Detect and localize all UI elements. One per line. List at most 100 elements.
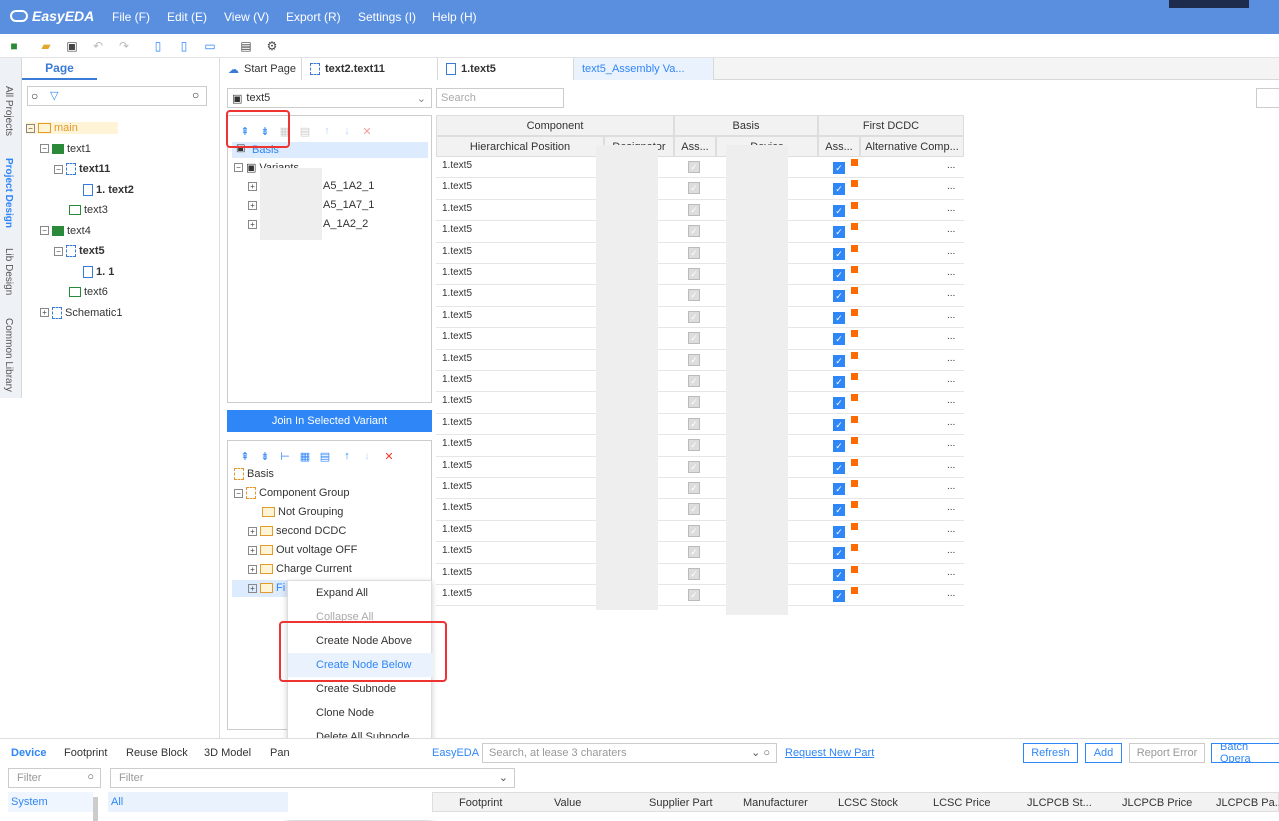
group-component-group[interactable]: − Component Group [234, 487, 350, 499]
assembly-checkbox-basis[interactable]: ✓ [688, 161, 700, 173]
assembly-checkbox-dcdc[interactable]: ✓ [833, 269, 845, 281]
assembly-checkbox-basis[interactable]: ✓ [688, 225, 700, 238]
assembly-checkbox-basis[interactable]: ✓ [688, 182, 700, 195]
table-row[interactable]: 1.text5 ✓ ✓... [436, 521, 964, 543]
assembly-checkbox-dcdc[interactable]: ✓ [833, 568, 845, 581]
grid-search-input[interactable]: Search [436, 88, 564, 108]
alternative-component-button[interactable]: ... [947, 417, 955, 428]
group-second-dcdc[interactable]: + second DCDC [248, 525, 346, 537]
assembly-checkbox-basis[interactable]: ✓ [688, 396, 700, 409]
search-icon[interactable]: ○ [31, 89, 38, 103]
col-jlcpcb-stock[interactable]: JLCPCB St... [1027, 793, 1092, 813]
table-row[interactable]: 1.text5 ✓ ✓... [436, 264, 964, 286]
variant-select[interactable]: ▣ text5 ⌄ [227, 88, 432, 108]
alternative-component-button[interactable]: ... [947, 588, 955, 599]
alternative-component-button[interactable]: ... [947, 160, 955, 171]
assembly-checkbox-dcdc[interactable]: ✓ [833, 162, 845, 174]
table-row[interactable]: 1.text5 ✓ ✓... [436, 243, 964, 264]
alternative-component-button[interactable]: ... [947, 203, 955, 214]
redo-icon[interactable]: ↷ [116, 38, 132, 54]
tab-device[interactable]: Device [11, 747, 46, 759]
col-lcsc-price[interactable]: LCSC Price [933, 793, 990, 813]
col-jlcpcb-part[interactable]: JLCPCB Pa... [1216, 793, 1279, 813]
tree-node[interactable]: − text5 [54, 245, 105, 257]
assembly-checkbox-dcdc[interactable]: ✓ [833, 547, 845, 560]
tree-node[interactable]: − main [26, 122, 118, 134]
group-not-grouping[interactable]: Not Grouping [262, 506, 343, 518]
assembly-checkbox-basis[interactable]: ✓ [688, 353, 700, 366]
col-value[interactable]: Value [554, 793, 581, 813]
part-filter-input[interactable]: Filter ⌄ [110, 768, 515, 788]
bottom-panel-icon[interactable]: ▭ [202, 38, 218, 54]
col-supplier-part[interactable]: Supplier Part [649, 793, 713, 813]
assembly-checkbox-basis[interactable]: ✓ [688, 268, 700, 280]
collapse-icon[interactable]: − [26, 123, 35, 133]
collapse-icon[interactable]: − [234, 163, 243, 172]
arrow-down-icon[interactable]: ↓ [360, 449, 374, 463]
tree-node[interactable]: − text4 [40, 225, 91, 237]
tree-node[interactable]: − text11 [54, 163, 110, 175]
tab-1-text5[interactable]: 1.text5 [438, 58, 574, 80]
expand-icon[interactable]: + [248, 219, 257, 229]
search-icon[interactable]: ○ [192, 88, 199, 102]
alternative-component-button[interactable]: ... [947, 224, 955, 235]
col-lcsc-stock[interactable]: LCSC Stock [838, 793, 898, 813]
assembly-checkbox-basis[interactable]: ✓ [688, 589, 700, 601]
col-hierarchical-position[interactable]: Hierarchical Position [436, 136, 604, 157]
assembly-checkbox-basis[interactable]: ✓ [688, 546, 700, 559]
alternative-component-button[interactable]: ... [947, 395, 955, 406]
table-row[interactable]: 1.text5 ✓ ✓... [436, 221, 964, 243]
assembly-checkbox-basis[interactable]: ✓ [688, 375, 700, 387]
menu-edit[interactable]: Edit (E) [167, 10, 207, 24]
menu-view[interactable]: View (V) [224, 10, 269, 24]
alternative-component-button[interactable]: ... [947, 438, 955, 449]
assembly-checkbox-dcdc[interactable]: ✓ [833, 290, 845, 303]
assembly-checkbox-dcdc[interactable]: ✓ [833, 504, 845, 517]
undo-icon[interactable]: ↶ [90, 38, 106, 54]
table-row[interactable]: 1.text5 ✓ ✓... [436, 392, 964, 414]
expand-icon[interactable]: + [248, 181, 257, 191]
request-new-part-link[interactable]: Request New Part [785, 747, 874, 759]
table-row[interactable]: 1.text5 ✓ ✓... [436, 178, 964, 200]
assembly-checkbox-dcdc[interactable]: ✓ [833, 204, 845, 217]
source-easyeda[interactable]: EasyEDA [432, 747, 479, 759]
alternative-component-button[interactable]: ... [947, 288, 955, 299]
col-footprint[interactable]: Footprint [459, 793, 502, 813]
context-menu-item[interactable]: Expand All [288, 581, 433, 605]
table-row[interactable]: 1.text5 ✓ ✓... [436, 585, 964, 607]
alternative-component-button[interactable]: ... [947, 331, 955, 342]
group-first-dcdc[interactable]: + Fi [248, 582, 285, 594]
tab-reuse-block[interactable]: Reuse Block [126, 747, 188, 759]
assembly-checkbox-basis[interactable]: ✓ [688, 460, 700, 473]
arrow-up-icon[interactable]: ↑ [340, 449, 354, 463]
gear-icon[interactable]: ⚙ [264, 38, 280, 54]
assembly-checkbox-basis[interactable]: ✓ [688, 417, 700, 430]
collapse-icon[interactable]: − [40, 226, 49, 235]
assembly-checkbox-basis[interactable]: ✓ [688, 567, 700, 580]
join-variant-button[interactable]: Join In Selected Variant [227, 410, 432, 432]
assembly-checkbox-dcdc[interactable]: ✓ [833, 333, 845, 346]
assembly-checkbox-basis[interactable]: ✓ [688, 503, 700, 516]
assembly-checkbox-dcdc[interactable]: ✓ [833, 311, 845, 324]
table-row[interactable]: 1.text5 ✓ ✓... [436, 200, 964, 222]
assembly-checkbox-dcdc[interactable]: ✓ [833, 440, 845, 453]
category-system[interactable]: System [8, 792, 93, 812]
side-tab-project-design[interactable]: Project Design [3, 158, 14, 228]
report-error-button[interactable]: Report Error [1129, 743, 1205, 763]
collapse-icon[interactable]: − [54, 164, 63, 174]
arrow-up-icon[interactable]: ↑ [320, 124, 334, 138]
tree-node[interactable]: text6 [54, 286, 108, 298]
filter-icon[interactable]: ▽ [50, 89, 58, 102]
table-row[interactable]: 1.text5 ✓ ✓... [436, 499, 964, 521]
tab-page[interactable]: Page [22, 58, 97, 80]
side-tab-lib-design[interactable]: Lib Design [3, 248, 14, 295]
table-row[interactable]: 1.text5 ✓ ✓... [436, 478, 964, 500]
expand-icon[interactable]: + [248, 564, 257, 574]
right-scroll-button[interactable] [1256, 88, 1279, 108]
expand-icon[interactable]: + [248, 545, 257, 555]
open-folder-icon[interactable]: ▰ [38, 38, 54, 54]
group-charge-current[interactable]: + Charge Current [248, 563, 352, 575]
clone-icon[interactable]: ▤ [298, 124, 312, 138]
expand-icon[interactable]: + [248, 526, 257, 536]
col-alternative-component[interactable]: Alternative Comp... [860, 136, 964, 157]
